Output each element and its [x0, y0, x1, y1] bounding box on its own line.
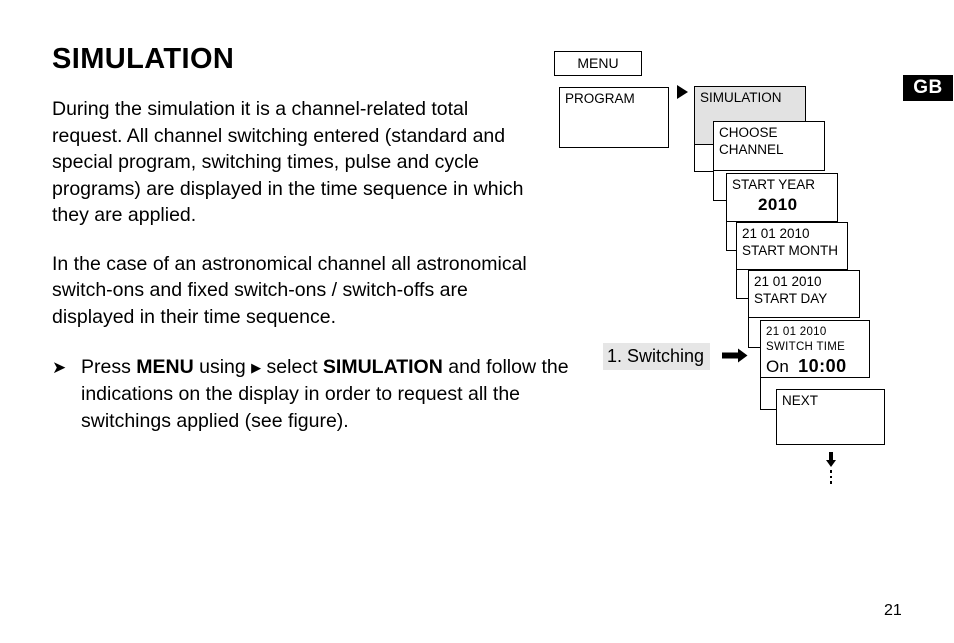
diagram-box-start-month-label: START MONTH — [742, 242, 839, 258]
menu-flow-diagram: MENU PROGRAM SIMULATION CHOOSE CHANNEL S… — [0, 0, 954, 643]
diagram-box-switch-time[interactable]: 21 01 2010 SWITCH TIME On 10:00 — [760, 320, 870, 378]
diagram-box-next-label: NEXT — [782, 393, 819, 408]
diagram-box-start-day-date: 21 01 2010 — [754, 274, 822, 289]
diagram-box-next[interactable]: NEXT — [776, 389, 885, 445]
diagram-box-switch-time-date: 21 01 2010 — [766, 326, 827, 338]
diagram-box-switch-time-value: 10:00 — [798, 356, 847, 376]
diagram-box-switch-time-state: On — [766, 357, 790, 376]
diagram-box-start-day[interactable]: 21 01 2010 START DAY — [748, 270, 860, 318]
diagram-box-simulation-label: SIMULATION — [700, 90, 782, 105]
diagram-box-switch-time-row: On 10:00 — [766, 355, 869, 378]
diagram-box-start-day-label: START DAY — [754, 290, 828, 306]
diagram-box-choose-channel[interactable]: CHOOSE CHANNEL — [713, 121, 825, 171]
diagram-box-menu-label: MENU — [577, 55, 619, 72]
connector-switchtime-to-next — [760, 373, 777, 410]
diagram-box-choose-channel-line1: CHOOSE — [719, 125, 778, 140]
diagram-box-start-year-label: START YEAR — [732, 177, 816, 192]
diagram-box-choose-channel-line2: CHANNEL — [719, 141, 784, 157]
diagram-box-start-year[interactable]: START YEAR 2010 — [726, 173, 838, 222]
diagram-box-start-year-value: 2010 — [758, 194, 798, 214]
switching-callout-label: 1. Switching — [603, 343, 711, 370]
down-arrow-icon — [826, 452, 836, 467]
diagram-box-start-month-date: 21 01 2010 — [742, 226, 810, 241]
diagram-box-switch-time-label: SWITCH TIME — [766, 340, 846, 353]
diagram-box-program[interactable]: PROGRAM — [559, 87, 669, 148]
diagram-box-program-label: PROGRAM — [565, 91, 635, 106]
thick-right-arrow-icon — [722, 348, 748, 363]
ellipsis-dot — [829, 475, 833, 478]
vertical-ellipsis-icon — [827, 470, 835, 487]
diagram-box-menu[interactable]: MENU — [554, 51, 642, 76]
ellipsis-dot — [829, 470, 833, 473]
ellipsis-dot — [829, 481, 833, 484]
connector-choose-to-startyear — [713, 166, 727, 201]
right-triangle-arrow-icon — [677, 85, 688, 99]
diagram-box-start-month[interactable]: 21 01 2010 START MONTH — [736, 222, 848, 270]
